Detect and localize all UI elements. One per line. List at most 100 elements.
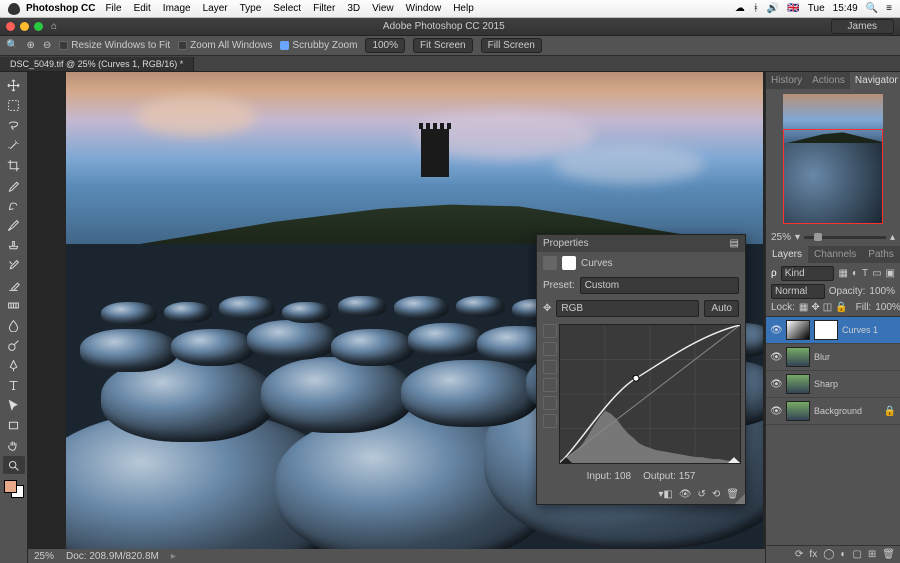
cloud-icon[interactable]: ☁ [735, 3, 745, 14]
filter-type-icon[interactable]: T [862, 268, 868, 279]
targeted-adjustment-icon[interactable]: ✥ [543, 303, 551, 314]
reset-previous-icon[interactable]: ↺ [698, 489, 706, 500]
reset-adjustment-icon[interactable]: ⟲ [712, 489, 720, 500]
path-selection-tool[interactable] [3, 396, 25, 414]
menu-view[interactable]: View [372, 3, 394, 14]
tab-channels[interactable]: Channels [808, 246, 862, 263]
lock-position-icon[interactable]: ✥ [811, 302, 819, 313]
panel-menu-icon[interactable]: ▤ [730, 238, 739, 249]
layer-style-icon[interactable]: fx [809, 549, 817, 560]
channel-select[interactable]: RGB [556, 300, 699, 317]
visibility-toggle-icon[interactable]: 👁 [770, 325, 782, 336]
status-doc-size[interactable]: Doc: 208.9M/820.8M [66, 551, 159, 562]
menu-image[interactable]: Image [163, 3, 191, 14]
layer-row[interactable]: 👁 Background 🔒 [766, 398, 900, 425]
curves-graph[interactable] [559, 324, 741, 464]
layer-row[interactable]: 👁 Curves 1 [766, 317, 900, 344]
lock-all-icon[interactable]: 🔒 [835, 302, 847, 313]
black-point-eyedropper-icon[interactable] [543, 378, 557, 392]
app-name[interactable]: Photoshop CC [26, 3, 95, 14]
delete-layer-icon[interactable]: 🗑 [882, 549, 895, 560]
window-close-button[interactable] [6, 22, 15, 31]
visibility-toggle-icon[interactable]: 👁 [770, 352, 782, 363]
fit-screen-button[interactable]: Fit Screen [413, 38, 473, 53]
opt-zoom-all[interactable]: Zoom All Windows [178, 40, 272, 51]
tab-paths[interactable]: Paths [862, 246, 900, 263]
clone-stamp-tool[interactable] [3, 236, 25, 254]
new-layer-icon[interactable]: ⊞ [868, 549, 876, 560]
pen-tool[interactable] [3, 356, 25, 374]
layer-kind-filter[interactable]: Kind [781, 266, 835, 281]
menu-layer[interactable]: Layer [203, 3, 228, 14]
brush-tool[interactable] [3, 216, 25, 234]
filter-adj-icon[interactable]: ◐ [852, 268, 858, 279]
menu-file[interactable]: File [105, 3, 121, 14]
tab-history[interactable]: History [766, 72, 807, 89]
nav-zoom-slider[interactable] [804, 236, 886, 239]
layer-name[interactable]: Sharp [814, 379, 838, 389]
crop-tool[interactable] [3, 156, 25, 174]
tab-navigator[interactable]: Navigator [850, 72, 900, 89]
apple-logo-icon[interactable] [8, 3, 20, 15]
link-layers-icon[interactable]: ⟳ [795, 549, 803, 560]
toggle-visibility-icon[interactable]: 👁 [679, 489, 692, 500]
magic-wand-tool[interactable] [3, 136, 25, 154]
window-zoom-button[interactable] [34, 22, 43, 31]
workspace-switcher[interactable]: James [831, 19, 894, 34]
lock-pixels-icon[interactable]: ▦ [799, 302, 808, 313]
nav-zoom-in-icon[interactable]: ▴ [890, 232, 895, 243]
curve-control-point[interactable] [633, 375, 639, 381]
filter-pixel-icon[interactable]: ▦ [838, 268, 847, 279]
zoom-percent-field[interactable]: 100% [365, 38, 405, 53]
tab-layers[interactable]: Layers [766, 246, 808, 263]
layer-name[interactable]: Curves 1 [842, 325, 878, 335]
window-minimize-button[interactable] [20, 22, 29, 31]
lasso-tool[interactable] [3, 116, 25, 134]
gradient-tool[interactable] [3, 296, 25, 314]
white-point-eyedropper-icon[interactable] [543, 414, 557, 428]
document-tab[interactable]: DSC_5049.tif @ 25% (Curves 1, RGB/16) * [0, 57, 194, 71]
menu-type[interactable]: Type [240, 3, 262, 14]
menu-window[interactable]: Window [406, 3, 442, 14]
gray-point-eyedropper-icon[interactable] [543, 396, 557, 410]
fill-value[interactable]: 100% [875, 302, 900, 313]
output-value[interactable]: 157 [679, 471, 696, 482]
resize-handle[interactable] [735, 494, 745, 504]
filter-smart-icon[interactable]: ▣ [886, 268, 895, 279]
zoom-tool[interactable] [3, 456, 25, 474]
layer-row[interactable]: 👁 Sharp [766, 371, 900, 398]
healing-brush-tool[interactable] [3, 196, 25, 214]
status-zoom[interactable]: 25% [34, 551, 54, 562]
filter-shape-icon[interactable]: ▭ [872, 268, 881, 279]
menu-icon[interactable]: ≡ [886, 3, 892, 14]
layer-row[interactable]: 👁 Blur [766, 344, 900, 371]
preset-select[interactable]: Custom [580, 277, 739, 294]
eraser-tool[interactable] [3, 276, 25, 294]
rectangle-tool[interactable] [3, 416, 25, 434]
curve-point-tool-icon[interactable] [543, 324, 557, 338]
menu-edit[interactable]: Edit [134, 3, 151, 14]
menu-filter[interactable]: Filter [313, 3, 335, 14]
input-value[interactable]: 108 [614, 471, 631, 482]
layer-name[interactable]: Background [814, 406, 862, 416]
marquee-tool[interactable] [3, 96, 25, 114]
properties-panel[interactable]: Properties ▤ Curves Preset: Custom ✥ RGB… [536, 234, 746, 505]
fill-screen-button[interactable]: Fill Screen [481, 38, 542, 53]
history-brush-tool[interactable] [3, 256, 25, 274]
clip-to-layer-icon[interactable]: ▾◧ [658, 489, 672, 500]
input-flag[interactable]: 🇬🇧 [787, 3, 799, 14]
color-swatches[interactable] [4, 480, 24, 498]
spotlight-icon[interactable]: 🔍 [866, 3, 878, 14]
nav-zoom-value[interactable]: 25% [771, 232, 791, 243]
new-group-icon[interactable]: ▢ [852, 549, 861, 560]
new-adjustment-icon[interactable]: ◐ [840, 549, 846, 560]
navigator-view-box[interactable] [783, 129, 883, 224]
visibility-toggle-icon[interactable]: 👁 [770, 379, 782, 390]
eyedropper-tool[interactable] [3, 176, 25, 194]
layer-mask-thumb[interactable] [814, 320, 838, 340]
curve-smooth-icon[interactable] [543, 360, 557, 374]
white-point-slider[interactable] [728, 457, 740, 463]
opt-scrubby-zoom[interactable]: Scrubby Zoom [280, 40, 357, 51]
opacity-value[interactable]: 100% [869, 286, 895, 297]
menu-3d[interactable]: 3D [347, 3, 360, 14]
